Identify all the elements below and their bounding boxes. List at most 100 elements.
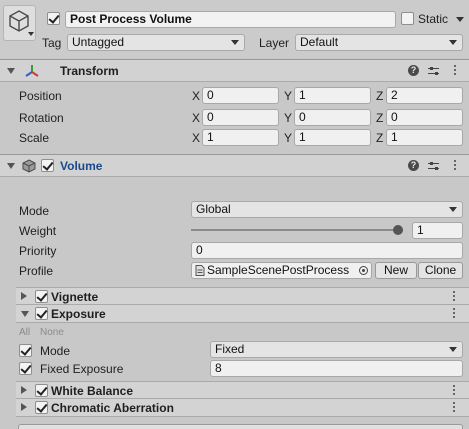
- rotation-x-field[interactable]: 0: [202, 109, 279, 126]
- rotation-x-axis-label[interactable]: X: [192, 111, 200, 125]
- position-x-field[interactable]: 0: [202, 87, 279, 104]
- more-options-icon[interactable]: [453, 402, 456, 414]
- vignette-title: Vignette: [51, 290, 99, 304]
- vignette-enabled-checkbox[interactable]: [35, 290, 48, 303]
- exposure-mode-override-checkbox[interactable]: [19, 344, 32, 357]
- chromatic-aberration-title: Chromatic Aberration: [51, 401, 174, 415]
- rotation-z-axis-label[interactable]: Z: [376, 111, 383, 125]
- position-y-axis-label[interactable]: Y: [284, 89, 292, 103]
- weight-slider-track: [191, 229, 403, 231]
- priority-label: Priority: [19, 244, 57, 258]
- more-options-icon[interactable]: [454, 65, 457, 77]
- static-label: Static: [418, 12, 449, 26]
- position-label: Position: [19, 89, 62, 103]
- position-x-axis-label[interactable]: X: [192, 89, 200, 103]
- volume-mode-label: Mode: [19, 204, 50, 218]
- chevron-down-icon: [28, 32, 34, 36]
- rotation-y-field[interactable]: 0: [294, 109, 371, 126]
- exposure-title: Exposure: [51, 307, 106, 321]
- tag-value: Untagged: [72, 35, 125, 49]
- white-balance-override-header[interactable]: White Balance: [16, 381, 469, 399]
- chevron-down-icon: [449, 40, 457, 45]
- volume-enabled-checkbox[interactable]: [41, 159, 54, 172]
- transform-axes-icon: [25, 65, 39, 77]
- scale-y-axis-label[interactable]: Y: [284, 131, 292, 145]
- position-y-field[interactable]: 1: [294, 87, 371, 104]
- weight-field[interactable]: 1: [412, 222, 463, 239]
- more-options-icon[interactable]: [454, 160, 457, 172]
- foldout-arrow-icon[interactable]: [7, 68, 15, 74]
- exposure-mode-dropdown[interactable]: Fixed: [210, 341, 463, 358]
- static-checkbox[interactable]: [401, 12, 414, 25]
- chevron-down-icon: [449, 347, 457, 352]
- weight-slider-knob[interactable]: [393, 225, 403, 235]
- gameobject-icon-button[interactable]: [3, 5, 36, 41]
- profile-value: SampleScenePostProcess: [207, 263, 350, 277]
- exposure-mode-value: Fixed: [215, 342, 245, 356]
- more-options-icon[interactable]: [453, 291, 456, 303]
- add-override-button[interactable]: [18, 424, 463, 429]
- scale-x-axis-label[interactable]: X: [192, 131, 200, 145]
- cube-icon: [9, 10, 29, 32]
- rotation-label: Rotation: [19, 111, 64, 125]
- foldout-arrow-icon[interactable]: [7, 163, 15, 169]
- profile-label: Profile: [19, 264, 54, 278]
- object-picker-icon[interactable]: [359, 266, 368, 275]
- scale-x-field[interactable]: 1: [202, 129, 279, 146]
- foldout-arrow-icon[interactable]: [21, 292, 27, 300]
- exposure-all-toggle[interactable]: All: [19, 326, 30, 340]
- volume-component-icon: [22, 159, 36, 173]
- scale-y-field[interactable]: 1: [294, 129, 371, 146]
- more-options-icon[interactable]: [453, 308, 456, 320]
- fixed-exposure-field[interactable]: 8: [210, 360, 463, 377]
- rotation-z-field[interactable]: 0: [386, 109, 463, 126]
- scale-z-axis-label[interactable]: Z: [376, 131, 383, 145]
- volume-mode-value: Global: [196, 202, 231, 216]
- volume-title: Volume: [60, 159, 103, 173]
- profile-new-button[interactable]: New: [375, 262, 417, 279]
- transform-header[interactable]: Transform ?: [0, 60, 469, 82]
- fixed-exposure-label: Fixed Exposure: [40, 362, 124, 376]
- fixed-exposure-override-checkbox[interactable]: [19, 362, 32, 375]
- foldout-arrow-icon[interactable]: [21, 386, 27, 394]
- help-icon[interactable]: ?: [408, 160, 419, 171]
- exposure-mode-label: Mode: [40, 344, 71, 358]
- layer-dropdown[interactable]: Default: [295, 34, 463, 51]
- rotation-y-axis-label[interactable]: Y: [284, 111, 292, 125]
- static-dropdown-arrow[interactable]: [456, 17, 464, 22]
- profile-clone-button[interactable]: Clone: [418, 262, 463, 279]
- profile-object-field[interactable]: SampleScenePostProcess: [191, 262, 372, 279]
- exposure-override-header[interactable]: Exposure: [16, 305, 469, 323]
- white-balance-enabled-checkbox[interactable]: [35, 384, 48, 397]
- weight-label: Weight: [19, 224, 57, 238]
- chevron-down-icon: [449, 207, 457, 212]
- position-z-field[interactable]: 2: [386, 87, 463, 104]
- chromatic-aberration-enabled-checkbox[interactable]: [35, 401, 48, 414]
- chevron-down-icon: [231, 40, 239, 45]
- help-icon[interactable]: ?: [408, 65, 419, 76]
- asset-file-icon: [195, 265, 205, 276]
- priority-field[interactable]: 0: [191, 242, 463, 259]
- transform-title: Transform: [60, 64, 119, 78]
- volume-mode-dropdown[interactable]: Global: [191, 201, 463, 218]
- weight-slider[interactable]: [191, 222, 408, 238]
- exposure-none-toggle[interactable]: None: [40, 326, 64, 340]
- tag-label: Tag: [42, 36, 62, 50]
- gameobject-name-field[interactable]: Post Process Volume: [65, 11, 396, 28]
- tag-dropdown[interactable]: Untagged: [67, 34, 245, 51]
- foldout-arrow-icon[interactable]: [21, 311, 29, 317]
- position-z-axis-label[interactable]: Z: [376, 89, 383, 103]
- volume-header[interactable]: Volume ?: [0, 155, 469, 177]
- scale-z-field[interactable]: 1: [386, 129, 463, 146]
- more-options-icon[interactable]: [453, 385, 456, 397]
- exposure-enabled-checkbox[interactable]: [35, 307, 48, 320]
- layer-label: Layer: [259, 36, 290, 50]
- scale-label: Scale: [19, 131, 50, 145]
- chromatic-aberration-override-header[interactable]: Chromatic Aberration: [16, 399, 469, 417]
- presets-icon[interactable]: [428, 66, 439, 76]
- foldout-arrow-icon[interactable]: [21, 403, 27, 411]
- white-balance-title: White Balance: [51, 384, 134, 398]
- vignette-override-header[interactable]: Vignette: [16, 287, 469, 305]
- presets-icon[interactable]: [428, 161, 439, 171]
- gameobject-active-checkbox[interactable]: [47, 12, 60, 25]
